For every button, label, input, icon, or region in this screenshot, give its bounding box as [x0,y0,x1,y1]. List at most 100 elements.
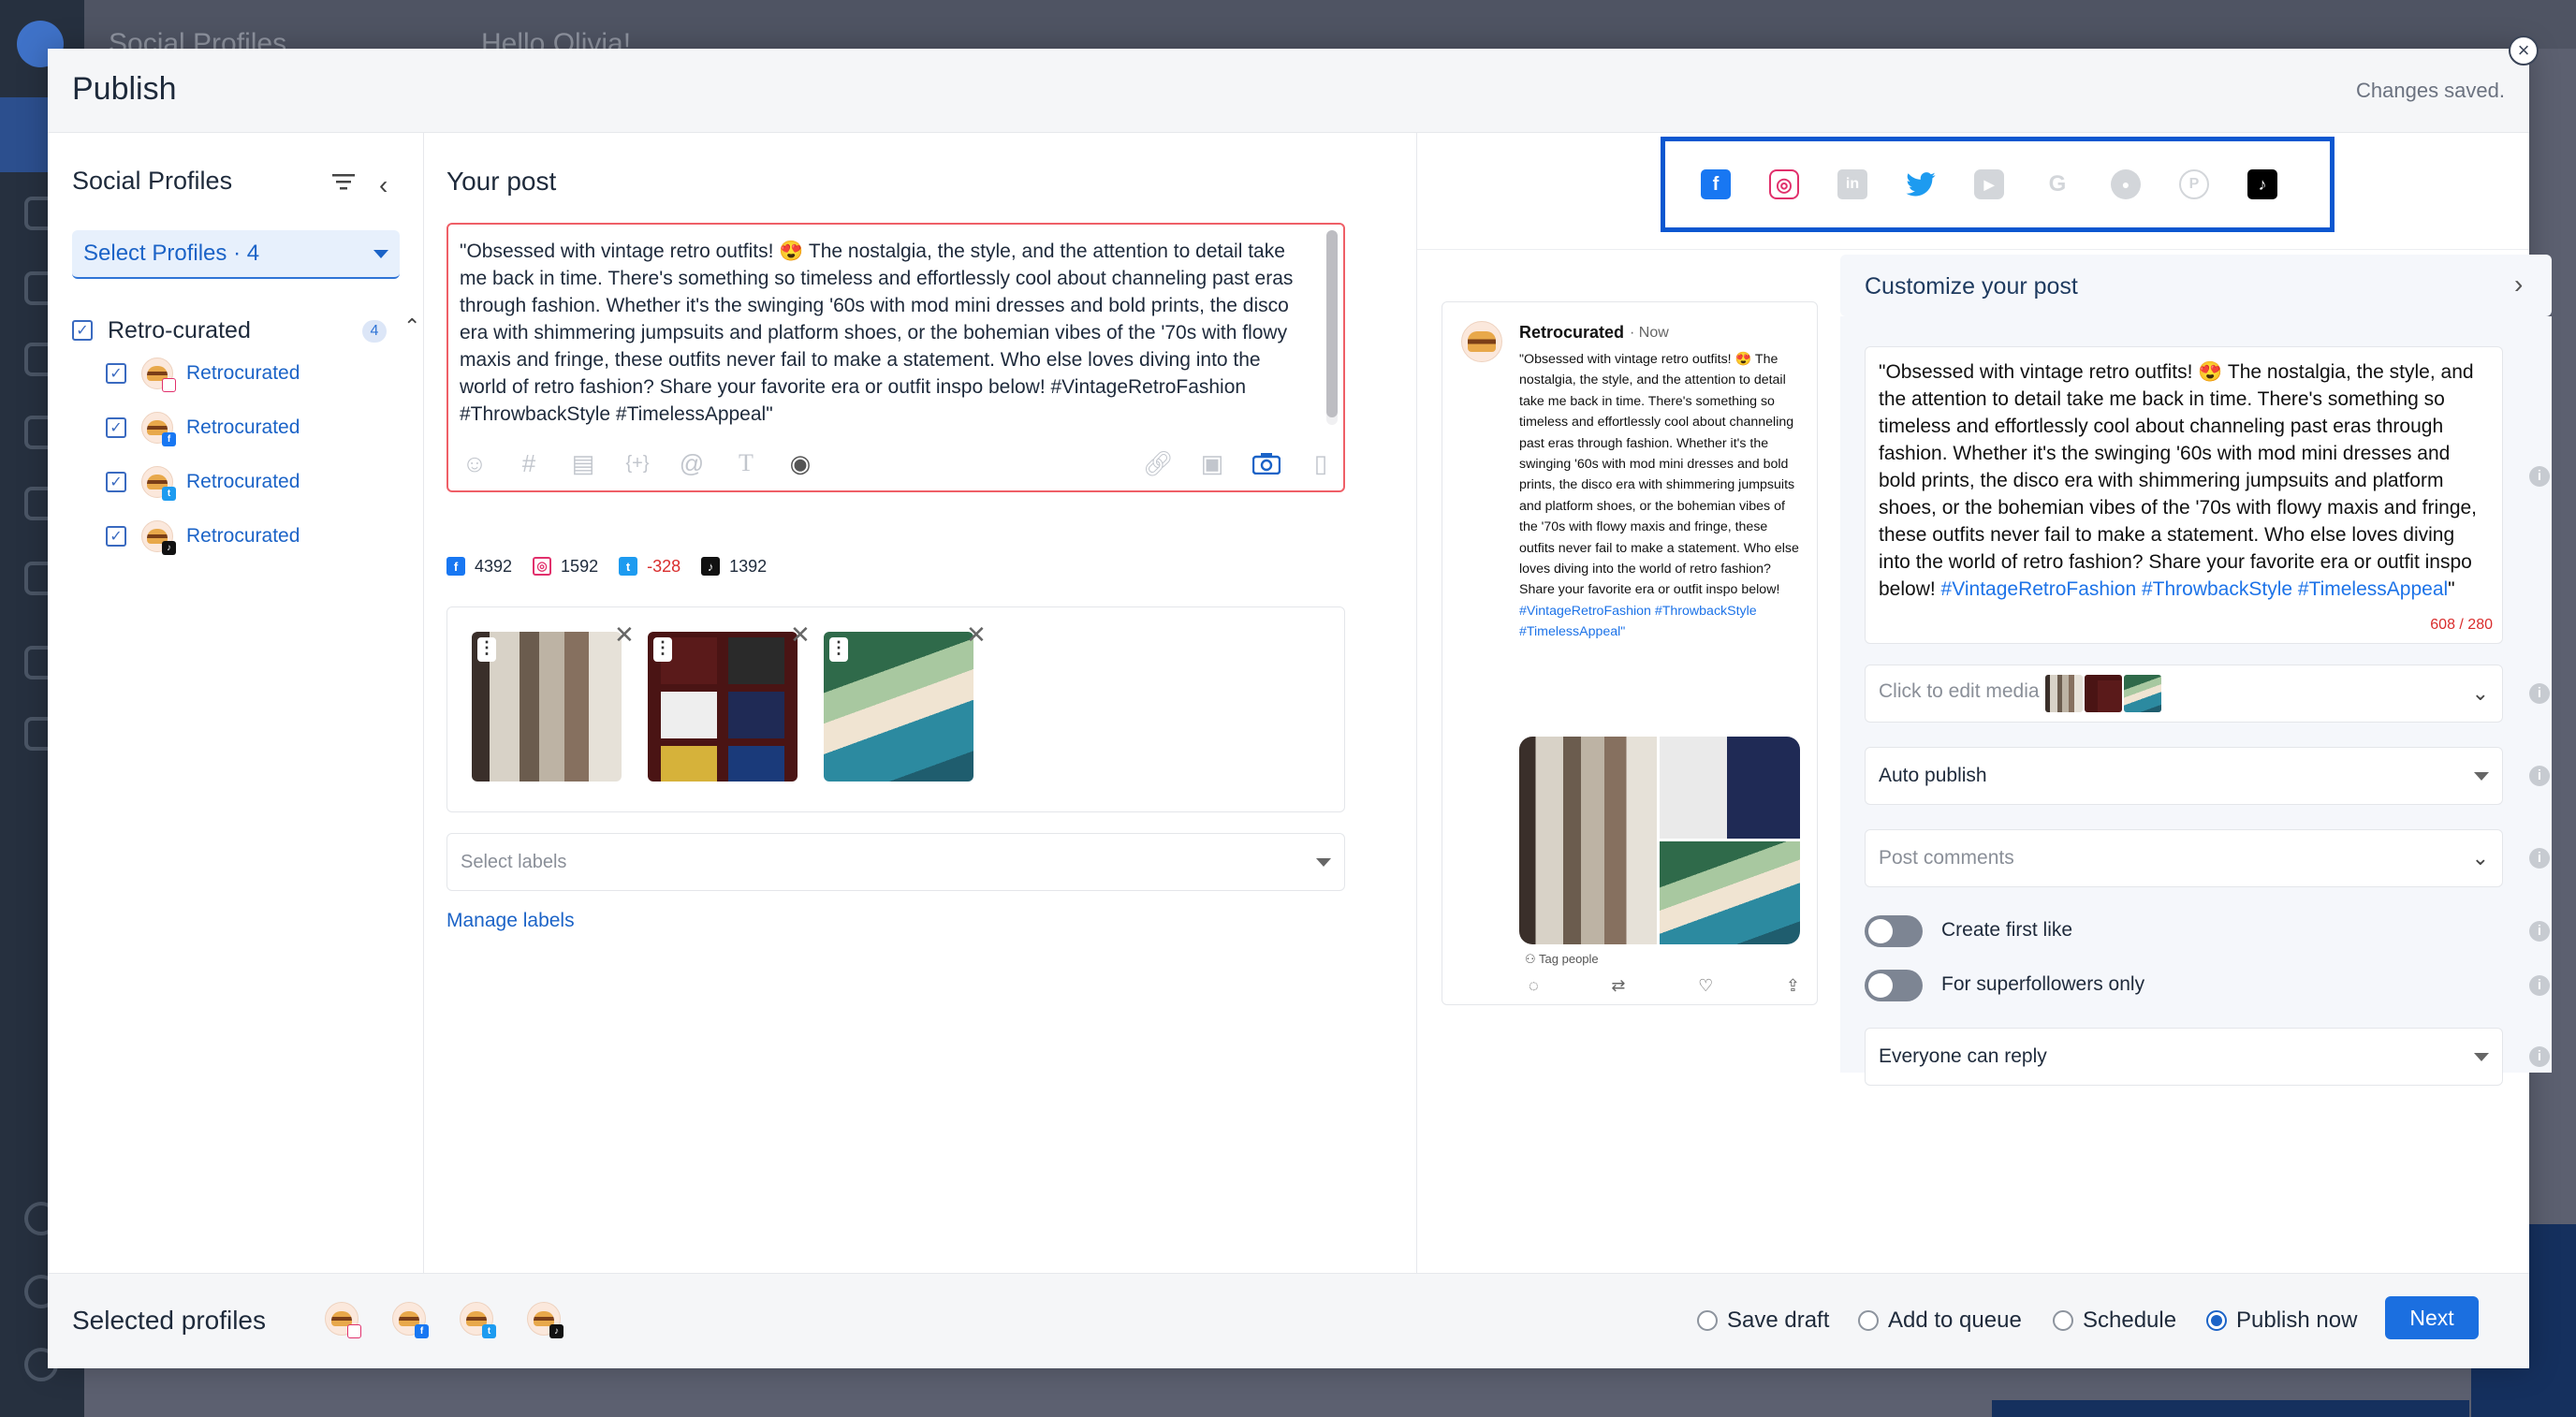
tiktok-icon: ♪ [162,541,176,555]
edit-media-dropdown[interactable]: Click to edit media ⌄ [1865,665,2503,723]
woman-on-car-thumbnail[interactable]: ⋮ [824,632,973,782]
profile-row[interactable]: ✓ ♪ Retrocurated [106,520,300,555]
publish-now-option[interactable]: Publish now [2206,1307,2357,1334]
tiktok-tab-icon[interactable]: ♪ [2247,169,2277,199]
radio-button[interactable] [1858,1310,1879,1331]
filter-icon[interactable] [332,172,355,196]
chevron-up-icon[interactable]: ⌃ [403,314,420,339]
more-options-icon[interactable]: ⋮ [653,637,672,662]
preview-timestamp: · Now [1630,325,1669,341]
selected-profiles-label: Selected profiles [72,1306,267,1335]
mention-icon[interactable]: @ [677,448,707,478]
info-icon[interactable]: i [2529,848,2550,869]
info-icon[interactable]: i [2529,466,2550,487]
reply-setting-value: Everyone can reply [1879,1045,2047,1067]
youtube-tab-icon[interactable]: ▶ [1974,169,2004,199]
custom-hashtags[interactable]: #VintageRetroFashion #ThrowbackStyle #Ti… [1941,578,2449,600]
radio-button[interactable] [2206,1310,2227,1331]
emoji-icon[interactable]: ☺ [460,448,490,478]
document-icon[interactable]: ▯ [1306,448,1336,478]
post-comments-dropdown[interactable]: Post comments ⌄ [1865,829,2503,887]
info-icon[interactable]: i [2529,921,2550,942]
publish-mode-select[interactable]: Auto publish [1865,747,2503,805]
profile-group[interactable]: ✓ Retro-curated [72,314,400,346]
info-icon[interactable]: i [2529,766,2550,786]
instagram-tab-icon[interactable]: ◎ [1769,169,1799,199]
collapse-panel-icon[interactable]: ‹ [379,170,388,200]
remove-media-icon[interactable]: ✕ [614,621,635,650]
linkedin-tab-icon[interactable]: in [1837,169,1867,199]
tag-people[interactable]: ⚇ Tag people [1525,952,1599,967]
hashtag-icon[interactable]: # [514,448,544,478]
preview-image [1660,737,1800,839]
superfollowers-toggle[interactable] [1865,970,1923,1001]
custom-closing-quote: " [2448,578,2455,600]
character-counts: f 4392 ◎ 1592 t -328 ♪ 1392 [446,552,787,580]
info-icon[interactable]: i [2529,975,2550,996]
custom-text-body[interactable]: "Obsessed with vintage retro outfits! 😍 … [1879,361,2477,600]
preview-hashtags[interactable]: #VintageRetroFashion #ThrowbackStyle #Ti… [1519,604,1757,639]
avatar: f [141,412,176,446]
link-icon[interactable]: 🔗︎ [1143,448,1174,478]
post-text-editor[interactable]: "Obsessed with vintage retro outfits! 😍 … [446,223,1345,492]
profile-name: Retrocurated [186,416,300,438]
select-profiles-dropdown[interactable]: Select Profiles · 4 [72,230,400,279]
clothing-rack-thumbnail[interactable]: ⋮ [472,632,622,782]
create-first-like-label: Create first like [1941,919,2073,941]
avatar[interactable]: f [392,1302,429,1338]
select-labels-dropdown[interactable]: Select labels [446,833,1345,891]
profile-checkbox[interactable]: ✓ [106,417,126,438]
snippet-icon[interactable]: ▤ [568,448,598,478]
info-icon[interactable]: i [2529,683,2550,704]
reply-setting-select[interactable]: Everyone can reply [1865,1028,2503,1086]
remove-media-icon[interactable]: ✕ [790,621,811,650]
preview-media-grid [1519,737,1800,944]
save-status: Changes saved. [2356,79,2505,102]
next-button[interactable]: Next [2385,1296,2479,1339]
custom-text-editor[interactable]: "Obsessed with vintage retro outfits! 😍 … [1865,346,2503,644]
twitter-tab-icon[interactable] [1906,169,1936,199]
facebook-icon: f [415,1324,429,1338]
profile-row[interactable]: ✓ t Retrocurated [106,466,300,501]
close-icon[interactable]: × [2509,36,2539,66]
publish-modal: Publish Changes saved. Social Profiles ‹… [48,49,2552,1368]
group-checkbox[interactable]: ✓ [72,320,93,341]
camera-icon[interactable] [1251,448,1281,478]
pinterest-tab-icon[interactable]: P [2179,169,2209,199]
reddit-tab-icon[interactable]: ● [2111,169,2141,199]
customize-header[interactable]: Customize your post › [1840,255,2552,316]
preview-profile-name: Retrocurated [1519,323,1625,342]
tiktok-icon: ♪ [701,557,721,576]
folded-tshirts-thumbnail[interactable]: ⋮ [648,632,798,782]
ai-assistant-icon[interactable]: ◉ [785,448,815,478]
profile-checkbox[interactable]: ✓ [106,472,126,492]
profile-row[interactable]: ✓ f Retrocurated [106,412,300,446]
chevron-right-icon[interactable]: › [2514,270,2523,299]
post-text[interactable]: "Obsessed with vintage retro outfits! 😍 … [460,238,1311,428]
facebook-tab-icon[interactable]: f [1701,169,1731,199]
variable-icon[interactable]: {+} [622,448,652,478]
more-options-icon[interactable]: ⋮ [477,637,496,662]
save-draft-option[interactable]: Save draft [1697,1307,1829,1334]
text-format-icon[interactable]: T [731,448,761,478]
profile-checkbox[interactable]: ✓ [106,363,126,384]
avatar[interactable]: ◎ [325,1302,361,1338]
remove-media-icon[interactable]: ✕ [966,621,987,650]
radio-button[interactable] [1697,1310,1718,1331]
create-first-like-toggle[interactable] [1865,915,1923,947]
custom-char-count: 608 / 280 [2430,617,2493,633]
profile-checkbox[interactable]: ✓ [106,526,126,547]
twitter-icon: t [482,1324,496,1338]
editor-scrollbar[interactable] [1326,230,1338,425]
add-to-queue-option[interactable]: Add to queue [1858,1307,2022,1334]
avatar[interactable]: t [460,1302,496,1338]
google-tab-icon[interactable]: G [2042,169,2072,199]
more-options-icon[interactable]: ⋮ [829,637,848,662]
manage-labels-link[interactable]: Manage labels [446,910,575,932]
radio-button[interactable] [2053,1310,2073,1331]
video-icon[interactable]: ▣ [1197,448,1227,478]
info-icon[interactable]: i [2529,1046,2550,1067]
avatar[interactable]: ♪ [527,1302,564,1338]
profile-row[interactable]: ✓ ◎ Retrocurated [106,358,300,392]
schedule-option[interactable]: Schedule [2053,1307,2176,1334]
